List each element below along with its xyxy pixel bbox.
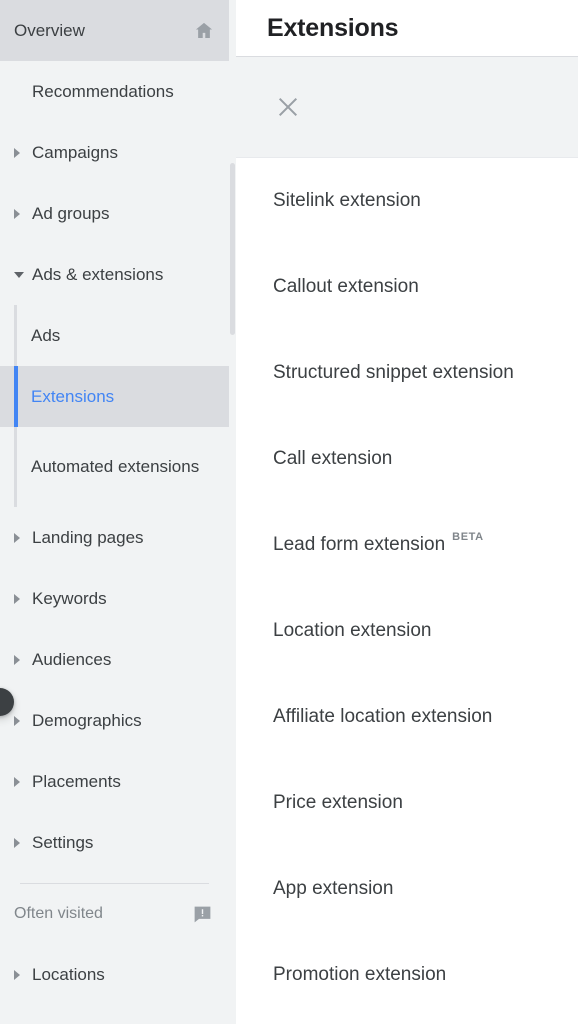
list-item-price-extension[interactable]: Price extension — [236, 760, 578, 846]
page-header: Extensions — [236, 0, 578, 57]
sidebar-item-label: Campaigns — [32, 142, 118, 162]
sidebar-item-label: Ads & extensions — [32, 264, 164, 284]
sidebar-item-ad-groups[interactable]: Ad groups — [0, 183, 229, 244]
extension-type-list: Sitelink extension Callout extension Str… — [236, 158, 578, 1018]
extension-label: Location extension — [273, 620, 432, 641]
list-item-lead-form-extension[interactable]: Lead form extension BETA — [236, 502, 578, 588]
sidebar-navigation: Overview Recommendations Campaigns Ad gr… — [0, 0, 229, 1024]
sidebar-item-label: Recommendations — [32, 81, 174, 101]
chevron-right-icon[interactable] — [14, 969, 32, 980]
sidebar-item-label: Automated extensions — [31, 457, 200, 477]
extension-label: App extension — [273, 878, 394, 899]
scrollbar-track[interactable] — [230, 0, 235, 1024]
extension-label: Call extension — [273, 448, 393, 469]
sidebar-item-audiences[interactable]: Audiences — [0, 629, 229, 690]
active-indicator-bar — [14, 366, 18, 427]
home-icon — [193, 20, 215, 42]
sidebar-item-label: Settings — [32, 832, 94, 852]
list-item-location-extension[interactable]: Location extension — [236, 588, 578, 674]
sidebar-item-placements[interactable]: Placements — [0, 751, 229, 812]
page-title: Extensions — [267, 13, 399, 42]
sidebar-item-ads[interactable]: Ads — [0, 305, 229, 366]
close-icon[interactable] — [275, 94, 301, 120]
list-item-call-extension[interactable]: Call extension — [236, 416, 578, 502]
sidebar-item-overview[interactable]: Overview — [0, 0, 229, 61]
sidebar-item-demographics[interactable]: Demographics — [0, 690, 229, 751]
extension-label: Price extension — [273, 792, 403, 813]
sidebar-item-label: Demographics — [32, 710, 142, 730]
chevron-right-icon[interactable] — [14, 147, 32, 158]
sidebar-item-campaigns[interactable]: Campaigns — [0, 122, 229, 183]
app-root: Overview Recommendations Campaigns Ad gr… — [0, 0, 578, 1024]
beta-badge: BETA — [452, 531, 484, 543]
vertical-scrollbar[interactable] — [229, 0, 236, 1024]
sidebar-item-extensions[interactable]: Extensions — [0, 366, 229, 427]
list-item-sitelink-extension[interactable]: Sitelink extension — [236, 158, 578, 244]
sidebar-item-settings[interactable]: Settings — [0, 812, 229, 873]
list-item-affiliate-location-extension[interactable]: Affiliate location extension — [236, 674, 578, 760]
sidebar-item-landing-pages[interactable]: Landing pages — [0, 507, 229, 568]
sidebar-item-label: Locations — [32, 964, 105, 984]
chevron-right-icon[interactable] — [14, 654, 32, 665]
sidebar-item-label: Extensions — [31, 386, 115, 406]
sidebar-item-label: Ad groups — [32, 203, 110, 223]
sidebar-item-label: Ads — [31, 325, 61, 345]
list-item-structured-snippet-extension[interactable]: Structured snippet extension — [236, 330, 578, 416]
sidebar-item-recommendations[interactable]: Recommendations — [0, 61, 229, 122]
extension-label: Callout extension — [273, 276, 419, 297]
sidebar-item-label: Placements — [32, 771, 121, 791]
sidebar-item-ads-and-extensions[interactable]: Ads & extensions — [0, 244, 229, 305]
extension-label: Promotion extension — [273, 964, 447, 985]
scrollbar-thumb[interactable] — [230, 163, 235, 335]
chevron-right-icon[interactable] — [14, 208, 32, 219]
chevron-right-icon[interactable] — [14, 776, 32, 787]
main-content: Extensions Sitelink extension Callout ex… — [236, 0, 578, 1024]
list-item-callout-extension[interactable]: Callout extension — [236, 244, 578, 330]
extension-panel-header — [236, 57, 578, 158]
chevron-right-icon[interactable] — [14, 837, 32, 848]
extension-label: Sitelink extension — [273, 190, 421, 211]
often-visited-header: Often visited — [0, 884, 229, 944]
sidebar-subgroup-ads-and-extensions: Ads Extensions Automated extensions — [0, 305, 229, 507]
sidebar-item-label: Landing pages — [32, 527, 144, 547]
sidebar-item-locations[interactable]: Locations — [0, 944, 229, 1005]
sidebar-item-automated-extensions[interactable]: Automated extensions — [0, 427, 229, 507]
sidebar-item-label: Overview — [14, 20, 85, 40]
extension-label: Affiliate location extension — [273, 706, 493, 727]
list-item-app-extension[interactable]: App extension — [236, 846, 578, 932]
sidebar-item-keywords[interactable]: Keywords — [0, 568, 229, 629]
sidebar-item-label: Audiences — [32, 649, 112, 669]
extension-label: Structured snippet extension — [273, 362, 514, 383]
feedback-icon[interactable] — [192, 904, 213, 925]
extension-label: Lead form extension — [273, 534, 446, 555]
chevron-down-icon[interactable] — [14, 271, 32, 278]
sidebar-item-label: Keywords — [32, 588, 107, 608]
often-visited-label: Often visited — [14, 905, 103, 922]
list-item-promotion-extension[interactable]: Promotion extension — [236, 932, 578, 1018]
chevron-right-icon[interactable] — [14, 593, 32, 604]
chevron-right-icon[interactable] — [14, 532, 32, 543]
chevron-right-icon[interactable] — [14, 715, 32, 726]
